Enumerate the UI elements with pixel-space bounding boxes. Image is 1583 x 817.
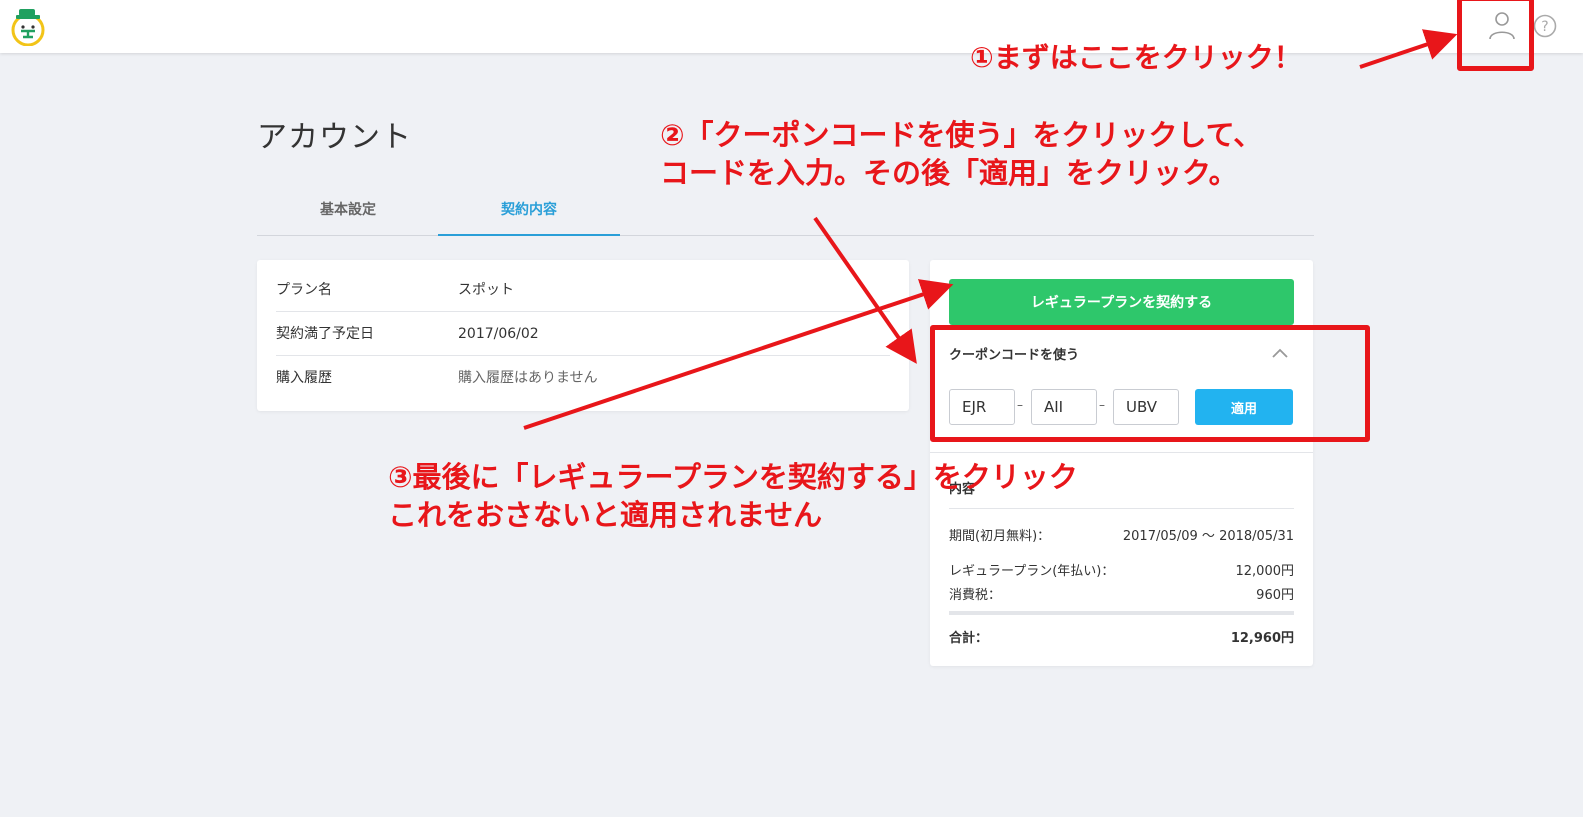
tab-bar: 基本設定 契約内容: [257, 190, 1314, 236]
svg-text:?: ?: [1541, 19, 1548, 35]
info-value: 2017/06/02: [458, 326, 539, 342]
info-row-expiry: 契約満了予定日 2017/06/02: [276, 312, 890, 356]
subscribe-regular-plan-button[interactable]: レギュラープランを契約する: [949, 279, 1294, 325]
info-label: 契約満了予定日: [276, 326, 374, 342]
mascot-logo-icon[interactable]: [10, 6, 46, 46]
detail-label: 合計：: [949, 631, 989, 646]
detail-value: 960円: [1256, 588, 1294, 603]
divider: [930, 452, 1313, 453]
annotation-step-2: ②「クーポンコードを使う」をクリックして、 コードを入力。その後「適用」をクリッ…: [660, 116, 1262, 192]
detail-row-plan: レギュラープラン(年払い)： 12,000円: [949, 560, 1294, 579]
detail-label: レギュラープラン(年払い)：: [949, 564, 1115, 579]
annotation-step-2-line-1: ②「クーポンコードを使う」をクリックして、: [660, 118, 1263, 152]
page-title: アカウント: [257, 120, 412, 155]
annotation-step-1: ①まずはここをクリック！: [970, 41, 1302, 74]
detail-value: 12,960円: [1230, 631, 1294, 646]
annotation-highlight-user: [1457, 0, 1534, 71]
info-value: 購入履歴はありません: [458, 370, 598, 386]
help-icon[interactable]: ?: [1533, 14, 1557, 38]
detail-value: 12,000円: [1235, 564, 1295, 579]
info-label: 購入履歴: [276, 370, 332, 386]
annotation-step-3-line-1: ③最後に「レギュラープランを契約する」をクリック: [388, 460, 1078, 494]
info-row-history: 購入履歴 購入履歴はありません: [276, 356, 890, 400]
tab-contract-details[interactable]: 契約内容: [438, 190, 620, 236]
tab-basic-settings[interactable]: 基本設定: [257, 190, 439, 236]
detail-row-tax: 消費税： 960円: [949, 584, 1294, 603]
annotation-step-3-line-2: これをおさないと適用されません: [388, 498, 823, 532]
annotation-step-3: ③最後に「レギュラープランを契約する」をクリック これをおさないと適用されません: [388, 458, 1078, 534]
annotation-highlight-coupon: [930, 325, 1370, 442]
top-bar: ?: [0, 0, 1583, 53]
info-row-plan: プラン名 スポット: [276, 268, 890, 312]
detail-label: 消費税：: [949, 588, 1002, 603]
annotation-step-2-line-2: コードを入力。その後「適用」をクリック。: [660, 156, 1238, 190]
detail-row-total: 合計： 12,960円: [949, 627, 1294, 646]
plan-info-card: プラン名 スポット 契約満了予定日 2017/06/02 購入履歴 購入履歴はあ…: [257, 260, 909, 411]
info-label: プラン名: [276, 282, 332, 298]
info-value: スポット: [458, 282, 514, 298]
divider: [949, 611, 1294, 615]
detail-value: 2017/05/09 〜 2018/05/31: [1122, 529, 1294, 544]
